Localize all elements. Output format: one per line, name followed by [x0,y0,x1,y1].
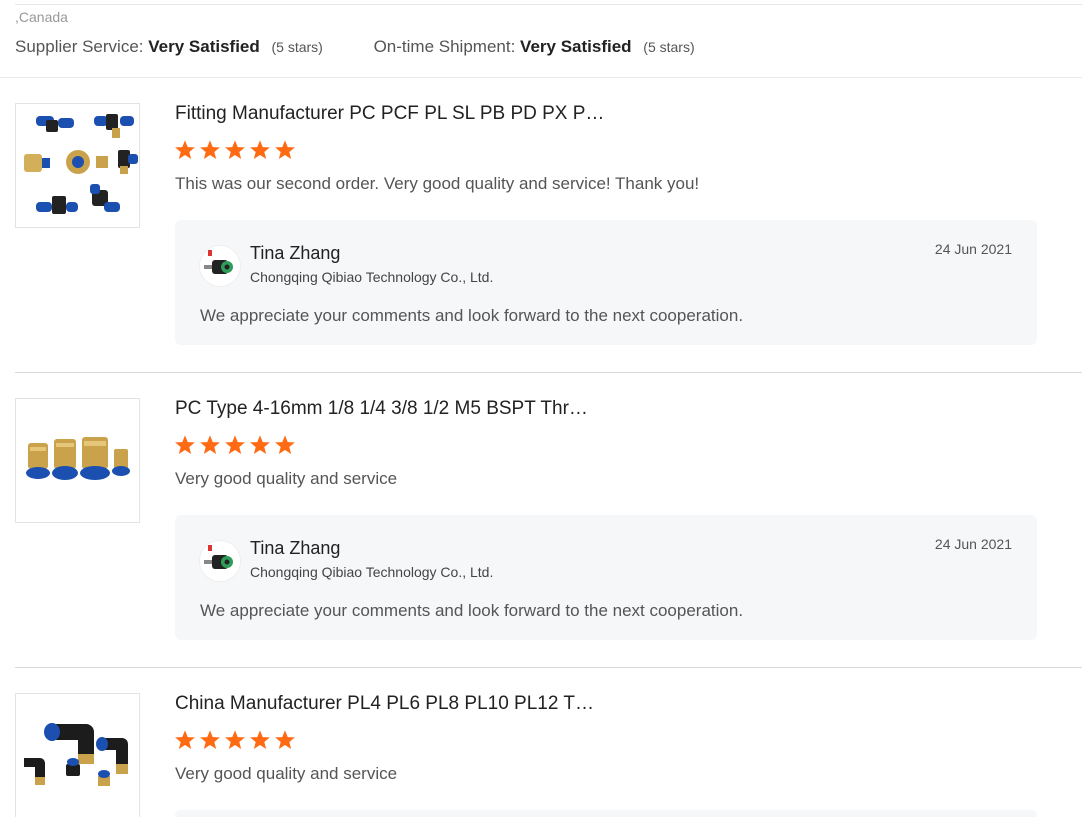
product-title[interactable]: PC Type 4-16mm 1/8 1/4 3/8 1/2 M5 BSPT T… [175,398,588,420]
supplier-reply: Tina Zhang Chongqing Qibiao Technology C… [175,220,1037,345]
supplier-reply: Tina Zhang Chongqing Qibiao Technology C… [175,515,1037,640]
pneumatic-fittings-icon [16,104,139,227]
star-icon [250,730,270,749]
star-icon [200,140,220,159]
star-rating [174,729,299,753]
star-icon [225,140,245,159]
star-rating [174,139,299,163]
shipment-rating: On-time Shipment: Very Satisfied (5 star… [374,37,695,57]
supplier-service-rating: Supplier Service: Very Satisfied (5 star… [15,37,323,57]
review-comment: This was our second order. Very good qua… [175,174,700,193]
divider [15,4,1082,5]
supplier-service-stars: (5 stars) [271,39,323,55]
shipment-value: Very Satisfied [520,37,632,56]
review-comment: Very good quality and service [175,764,398,783]
star-icon [175,140,195,159]
star-icon [175,730,195,749]
review-divider [15,372,1082,373]
fitting-avatar-icon [200,541,240,581]
star-icon [200,435,220,454]
reply-text: We appreciate your comments and look for… [200,601,744,620]
review-item: China Manufacturer PL4 PL6 PL8 PL10 PL12… [15,693,1082,817]
shipment-stars: (5 stars) [643,39,695,55]
reviews-page: ,Canada Supplier Service: Very Satisfied… [0,0,1082,817]
product-title[interactable]: Fitting Manufacturer PC PCF PL SL PB PD … [175,103,604,125]
review-item: PC Type 4-16mm 1/8 1/4 3/8 1/2 M5 BSPT T… [15,398,1082,643]
product-thumbnail[interactable] [15,398,140,523]
supplier-reply [175,810,1037,817]
avatar [199,245,241,287]
reply-date: 24 Jun 2021 [934,536,1012,552]
star-rating [174,434,299,458]
product-thumbnail[interactable] [15,693,140,817]
supplier-service-value: Very Satisfied [148,37,260,56]
overall-ratings: Supplier Service: Very Satisfied (5 star… [15,37,695,57]
star-icon [275,435,295,454]
star-icon [225,730,245,749]
star-icon [175,435,195,454]
review-comment: Very good quality and service [175,469,398,488]
brass-connectors-icon [16,399,139,522]
product-thumbnail[interactable] [15,103,140,228]
star-icon [250,140,270,159]
shipment-label: On-time Shipment: [373,37,516,56]
star-icon [250,435,270,454]
reply-text: We appreciate your comments and look for… [200,306,744,325]
star-icon [275,140,295,159]
reply-company: Chongqing Qibiao Technology Co., Ltd. [250,269,494,285]
reviewer-location: ,Canada [15,9,68,25]
fitting-avatar-icon [200,246,240,286]
star-icon [275,730,295,749]
divider [0,77,1082,78]
reply-author-name: Tina Zhang [250,243,341,263]
avatar [199,540,241,582]
supplier-service-label: Supplier Service: [15,37,144,56]
reply-company: Chongqing Qibiao Technology Co., Ltd. [250,564,494,580]
review-item: Fitting Manufacturer PC PCF PL SL PB PD … [15,103,1082,348]
star-icon [225,435,245,454]
reply-date: 24 Jun 2021 [934,241,1012,257]
elbow-fittings-icon [16,694,139,817]
reply-author-name: Tina Zhang [250,538,341,558]
review-divider [15,667,1082,668]
product-title[interactable]: China Manufacturer PL4 PL6 PL8 PL10 PL12… [175,693,594,715]
star-icon [200,730,220,749]
